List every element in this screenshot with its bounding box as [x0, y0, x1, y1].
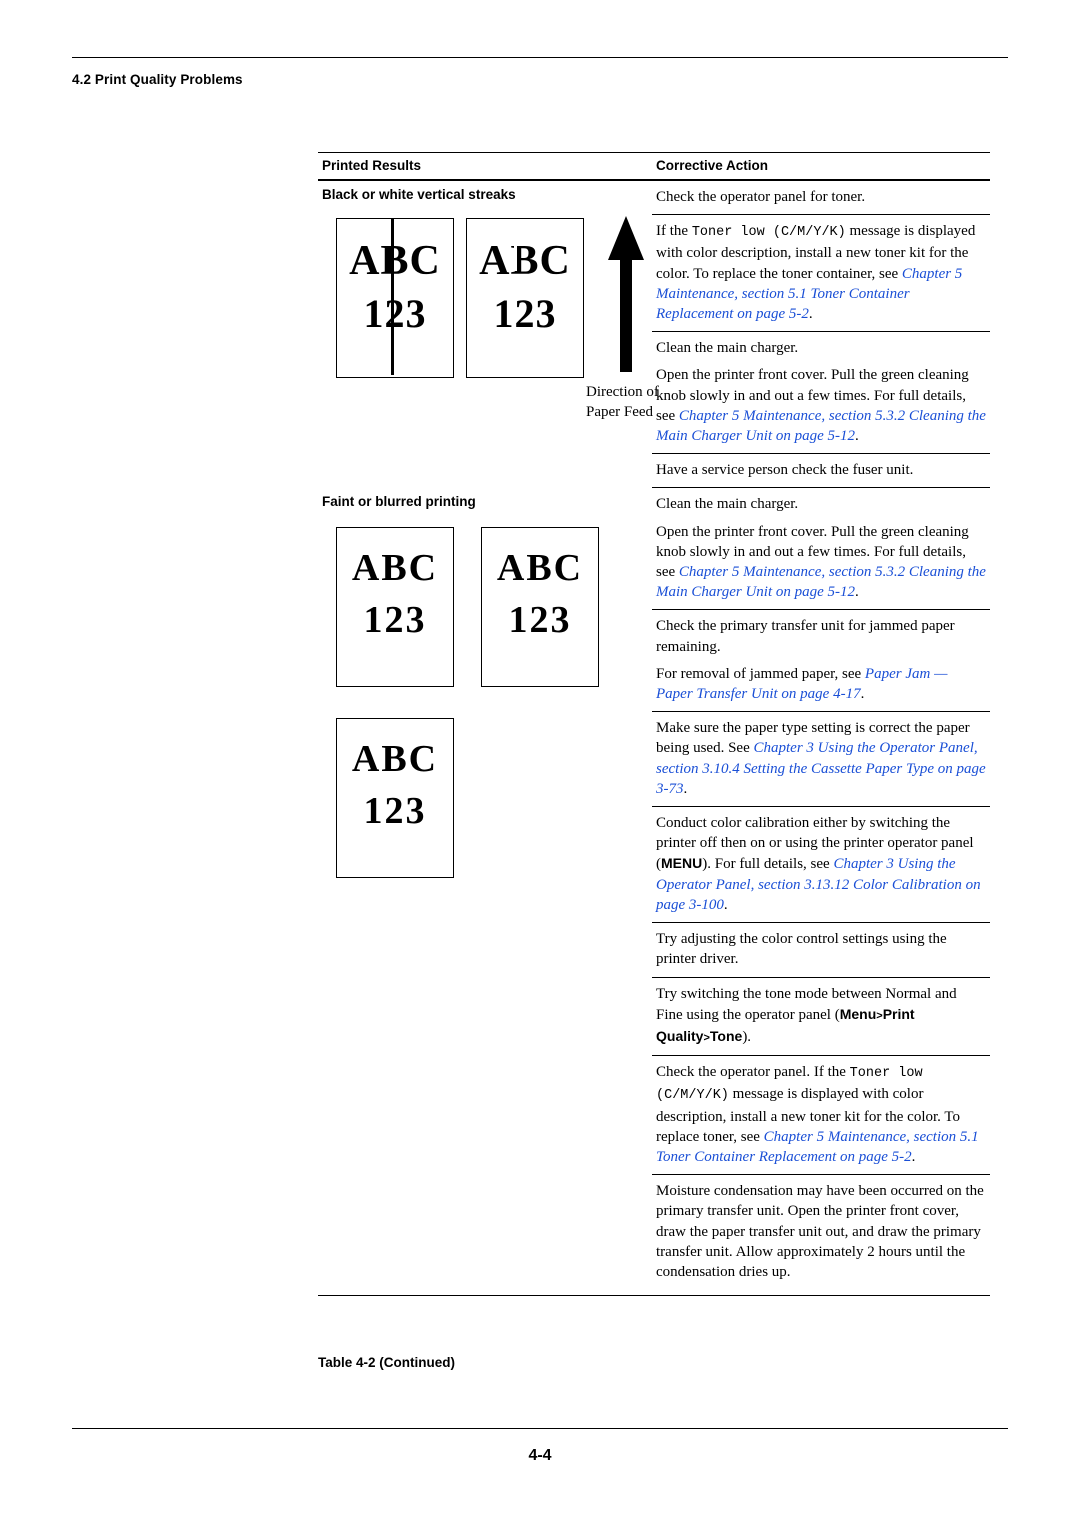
cross-reference-link[interactable]: Chapter 3 Using the Operator Panel, sect… [656, 740, 986, 796]
footer-divider [72, 1428, 1008, 1429]
sample-text-abc-3: ABC [351, 547, 439, 590]
sample-text-123-4: 123 [508, 599, 572, 642]
table-caption: Table 4-2 (Continued) [318, 1355, 455, 1370]
sample-images-faint: ABC 123 ABC 123 ABC 123 [318, 513, 644, 943]
sample-text-123-1: 123 [363, 291, 427, 336]
document-page: 4.2 Print Quality Problems Printed Resul… [0, 0, 1080, 1528]
table-row: Black or white vertical streaks ABC 123 … [318, 181, 990, 489]
cross-reference-link[interactable]: Chapter 3 Using the Operator Panel, sect… [656, 856, 981, 912]
action-item: Have a service person check the fuser un… [656, 462, 914, 479]
symptom-cell-streaks: Black or white vertical streaks ABC 123 … [318, 181, 659, 488]
action-item: Check the operator panel for toner. [656, 189, 866, 205]
sample-paper-faint-3: ABC 123 [336, 718, 454, 879]
paper-feed-arrow-icon [606, 214, 646, 379]
action-item: For removal of jammed paper, see Paper J… [656, 665, 948, 703]
symptom-title-streaks: Black or white vertical streaks [322, 187, 516, 202]
action-item: Try adjusting the color control settings… [656, 931, 947, 968]
header-divider [72, 57, 1008, 58]
sample-text-123-3: 123 [363, 599, 427, 642]
cross-reference-link[interactable]: Chapter 5 Maintenance, section 5.3.2 Cle… [656, 408, 986, 444]
action-item: Try switching the tone mode between Norm… [656, 985, 957, 1045]
table-row: Faint or blurred printing ABC 123 ABC 12… [318, 488, 990, 1289]
vertical-white-streak [514, 233, 517, 271]
action-item: Check the primary transfer unit for jamm… [656, 618, 955, 655]
symptom-title-faint: Faint or blurred printing [322, 494, 476, 510]
action-item: Clean the main charger. [656, 496, 799, 513]
sample-paper-faint-2: ABC 123 [481, 527, 599, 688]
action-item: Clean the main charger. [656, 340, 799, 357]
actions-cell-faint: Clean the main charger. Open the printer… [652, 488, 990, 1289]
vertical-black-streak [391, 219, 394, 375]
action-item: Open the printer front cover. Pull the g… [656, 523, 986, 601]
troubleshooting-table: Printed Results Corrective Action Black … [318, 152, 990, 1297]
symptom-cell-faint: Faint or blurred printing ABC 123 ABC 12… [318, 488, 652, 1289]
actions-cell-streaks: Check the operator panel for toner. If t… [652, 181, 990, 489]
action-item: If the Toner low (C/M/Y/K) message is di… [656, 223, 976, 323]
header-section-label: 4.2 Print Quality Problems [72, 72, 243, 87]
column-header-corrective-action: Corrective Action [656, 158, 769, 173]
sample-text-123-5: 123 [363, 790, 427, 833]
sample-text-abc-5: ABC [351, 738, 439, 781]
sample-text-abc-2: ABC [479, 238, 571, 284]
action-item: Check the operator panel. If the Toner l… [656, 1064, 979, 1165]
sample-paper-white-streak: ABC 123 [466, 218, 584, 378]
action-item: Make sure the paper type setting is corr… [656, 720, 986, 797]
table-bottom-rule [318, 1295, 990, 1297]
sample-paper-black-streak: ABC 123 [336, 218, 454, 378]
cross-reference-link[interactable]: Chapter 5 Maintenance, section 5.3.2 Cle… [656, 564, 986, 600]
cross-reference-link[interactable]: Paper Jam — Paper Transfer Unit on page … [656, 666, 947, 702]
direction-of-paper-feed-label: Direction of Paper Feed [586, 384, 659, 420]
column-header-printed-results: Printed Results [322, 158, 422, 173]
cross-reference-link[interactable]: Chapter 5 Maintenance, section 5.1 Toner… [656, 1129, 979, 1165]
cross-reference-link[interactable]: Chapter 5 Maintenance, section 5.1 Toner… [656, 266, 962, 322]
sample-text-123-2: 123 [493, 291, 557, 336]
action-item: Moisture condensation may have been occu… [656, 1183, 984, 1280]
action-item: Open the printer front cover. Pull the g… [656, 367, 986, 445]
table-header-row: Printed Results Corrective Action [318, 153, 990, 179]
action-item: Conduct color calibration either by swit… [656, 815, 981, 913]
sample-images-streaks: ABC 123 ABC 123 Direction of Paper Feed [318, 206, 659, 456]
page-number: 4-4 [528, 1447, 552, 1464]
sample-text-abc-1: ABC [349, 238, 441, 284]
arrow-up-icon [608, 216, 644, 372]
sample-text-abc-4: ABC [496, 547, 584, 590]
sample-paper-faint-1: ABC 123 [336, 527, 454, 688]
